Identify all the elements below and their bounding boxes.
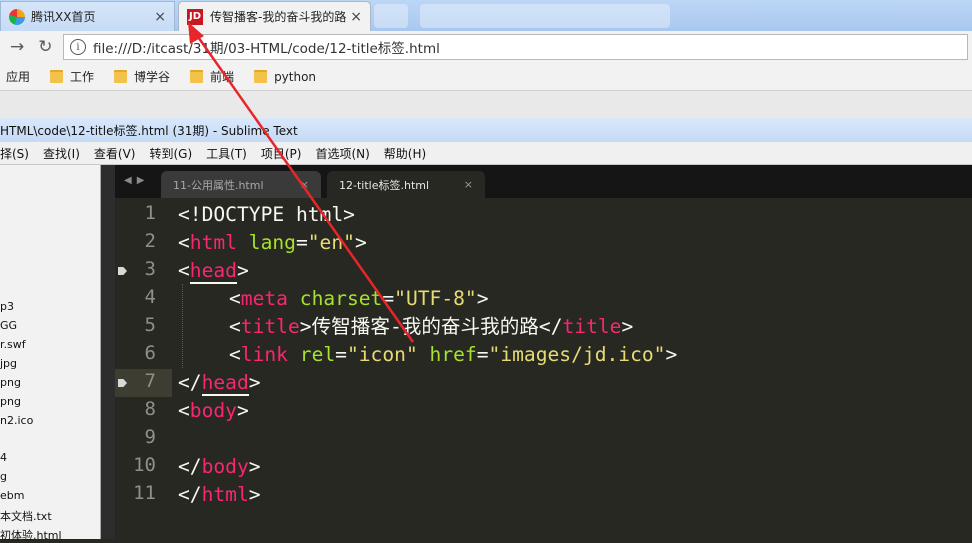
tab-name: 11-公用属性.html [173, 178, 264, 192]
sidebar-file[interactable]: r.swf [0, 338, 26, 351]
editor-tab-12[interactable]: 12-title标签.html × [327, 171, 485, 198]
line-number: 9 [144, 426, 156, 448]
line-number: 3 [144, 258, 156, 280]
sidebar-file[interactable]: 初体验.html [0, 527, 62, 543]
line-number: 2 [144, 230, 156, 252]
bookmark-work[interactable]: 工作 [50, 68, 94, 85]
bookmark-label: 博学谷 [134, 70, 171, 84]
code-line-1: <!DOCTYPE html> [178, 203, 355, 226]
bookmark-marker-icon [118, 379, 127, 387]
code-line-6: <link rel="icon" href="images/jd.ico"> [229, 343, 678, 366]
folder-icon [114, 70, 128, 83]
line-number: 7 [144, 370, 156, 392]
menu-view[interactable]: 查看(V) [94, 145, 136, 162]
tencent-favicon-icon [9, 8, 25, 25]
bookmark-label: python [274, 69, 317, 84]
jd-favicon-icon: JD [187, 8, 203, 25]
menu-help[interactable]: 帮助(H) [384, 145, 426, 162]
code-line-11: </html> [178, 483, 261, 506]
sidebar-file[interactable]: n2.ico [0, 414, 33, 427]
code-line-7: </head> [178, 371, 261, 396]
sublime-title-bar: HTML\code\12-title标签.html (31期) - Sublim… [0, 118, 972, 142]
bookmark-label: 工作 [70, 70, 95, 84]
forward-arrow-icon[interactable]: → [10, 37, 24, 57]
close-icon[interactable]: × [154, 9, 166, 25]
blurred-region [420, 4, 670, 28]
close-icon[interactable]: × [464, 178, 473, 191]
sidebar-file[interactable]: 4 [0, 451, 7, 464]
sidebar-file[interactable]: png [0, 395, 21, 408]
bookmarks-bar: 应用 工作 博学谷 前端 python [0, 63, 972, 91]
browser-content-area [0, 91, 972, 118]
bookmark-label: 前端 [210, 70, 235, 84]
url-text: file:///D:/itcast/31期/03-HTML/code/12-ti… [93, 41, 440, 57]
bookmark-marker-icon [118, 267, 127, 275]
folder-icon [50, 70, 64, 83]
menu-project[interactable]: 项目(P) [261, 145, 302, 162]
editor-tab-bar: ◀▶ 11-公用属性.html × 12-title标签.html × [115, 165, 972, 198]
file-sidebar: p3 GG r.swf jpg png png n2.ico 4 g ebm 本… [0, 165, 101, 542]
url-input[interactable]: i file:///D:/itcast/31期/03-HTML/code/12-… [63, 34, 968, 60]
close-icon[interactable]: × [300, 178, 309, 191]
window-title: HTML\code\12-title标签.html (31期) - Sublim… [0, 123, 298, 138]
close-icon[interactable]: × [350, 9, 362, 25]
sidebar-file[interactable]: g [0, 470, 7, 483]
sidebar-file[interactable]: jpg [0, 357, 17, 370]
code-editor[interactable]: 1 2 3 4 5 6 7 8 9 10 11 <!DOCTYPE html> … [115, 198, 972, 539]
sidebar-file[interactable]: 本文档.txt [0, 508, 52, 524]
sublime-menu-bar: 择(S) 查找(I) 查看(V) 转到(G) 工具(T) 项目(P) 首选项(N… [0, 142, 972, 165]
bookmark-label: 应用 [6, 70, 31, 84]
info-icon[interactable]: i [70, 39, 86, 55]
bookmark-boxuegu[interactable]: 博学谷 [114, 68, 170, 85]
line-number: 5 [144, 314, 156, 336]
bookmark-apps[interactable]: 应用 [6, 68, 30, 85]
tab-name: 12-title标签.html [339, 178, 430, 192]
code-line-5: <title>传智播客-我的奋斗我的路</title> [229, 315, 634, 338]
menu-tools[interactable]: 工具(T) [206, 145, 247, 162]
code-line-10: </body> [178, 455, 261, 478]
code-line-4: <meta charset="UTF-8"> [229, 287, 489, 310]
menu-preferences[interactable]: 首选项(N) [315, 145, 369, 162]
code-line-3: <head> [178, 259, 249, 284]
menu-goto[interactable]: 转到(G) [149, 145, 192, 162]
tab-scroll-arrows-icon[interactable]: ◀▶ [124, 175, 149, 186]
tab-title: 传智播客-我的奋斗我的路 [210, 10, 347, 24]
address-bar-row: → ↻ i file:///D:/itcast/31期/03-HTML/code… [0, 31, 972, 63]
bookmark-python[interactable]: python [254, 70, 316, 84]
tab-title: 腾讯XX首页 [31, 10, 96, 24]
folder-icon [254, 70, 268, 83]
reload-icon[interactable]: ↻ [38, 37, 52, 57]
line-number: 8 [144, 398, 156, 420]
menu-find[interactable]: 查找(I) [43, 145, 80, 162]
browser-tab-tencent[interactable]: 腾讯XX首页 × [0, 1, 175, 31]
menu-selection[interactable]: 择(S) [0, 145, 29, 162]
line-number: 6 [144, 342, 156, 364]
browser-tab-strip: 腾讯XX首页 × JD 传智播客-我的奋斗我的路 × [0, 0, 972, 31]
line-gutter: 1 2 3 4 5 6 7 8 9 10 11 [115, 198, 172, 539]
line-number: 1 [144, 202, 156, 224]
editor-tab-11[interactable]: 11-公用属性.html × [161, 171, 321, 198]
new-tab-button[interactable] [374, 4, 408, 28]
line-number: 4 [144, 286, 156, 308]
code-line-2: <html lang="en"> [178, 231, 367, 254]
bookmark-frontend[interactable]: 前端 [190, 68, 234, 85]
indent-guide [182, 284, 183, 368]
sidebar-file[interactable]: p3 [0, 300, 14, 313]
sidebar-file[interactable]: png [0, 376, 21, 389]
line-number: 11 [133, 482, 156, 504]
line-number: 10 [133, 454, 156, 476]
code-line-8: <body> [178, 399, 249, 422]
sidebar-file[interactable]: GG [0, 319, 17, 332]
sidebar-file[interactable]: ebm [0, 489, 24, 502]
sidebar-splitter[interactable] [101, 165, 115, 539]
browser-tab-itcast[interactable]: JD 传智播客-我的奋斗我的路 × [178, 1, 371, 31]
folder-icon [190, 70, 204, 83]
